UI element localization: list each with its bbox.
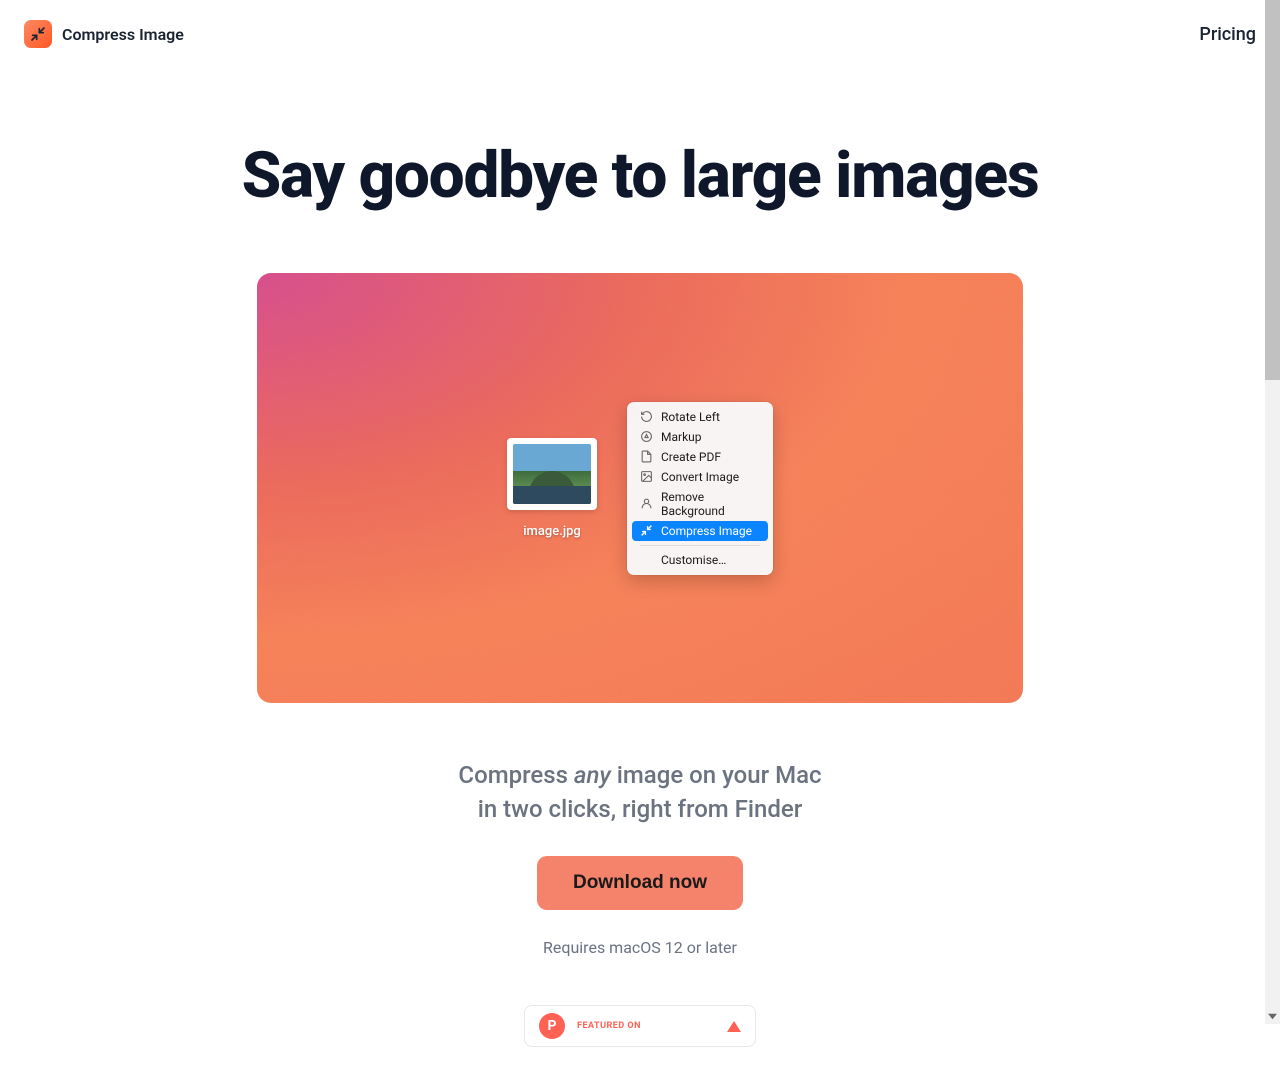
context-menu: Rotate Left Markup Create PDF Convert Im… (627, 402, 773, 575)
menu-label: Compress Image (661, 524, 752, 538)
file-thumbnail (507, 438, 597, 510)
menu-label: Rotate Left (661, 410, 720, 424)
scrollbar-down-arrow[interactable] (1265, 1009, 1280, 1024)
product-hunt-icon: P (539, 1013, 565, 1039)
main-content: Say goodbye to large images image.jpg Ro… (0, 68, 1280, 1087)
requirement-text: Requires macOS 12 or later (543, 938, 737, 957)
menu-item-compress-image[interactable]: Compress Image (632, 521, 768, 541)
featured-badge[interactable]: P FEATURED ON (524, 1005, 756, 1047)
compress-icon (24, 20, 52, 48)
menu-label: Convert Image (661, 470, 739, 484)
menu-label: Remove Background (661, 490, 760, 518)
compress-icon (640, 524, 653, 537)
nav-pricing[interactable]: Pricing (1199, 24, 1256, 45)
hero-title: Say goodbye to large images (242, 138, 1039, 213)
rotate-icon (640, 410, 653, 423)
menu-item-rotate-left[interactable]: Rotate Left (632, 407, 768, 427)
markup-icon (640, 430, 653, 443)
upvote-icon (727, 1021, 741, 1032)
header: Compress Image Pricing (0, 0, 1280, 68)
menu-item-create-pdf[interactable]: Create PDF (632, 447, 768, 467)
brand-name: Compress Image (62, 25, 184, 44)
logo-area[interactable]: Compress Image (24, 20, 184, 48)
menu-label: Markup (661, 430, 702, 444)
image-icon (640, 470, 653, 483)
scrollbar[interactable] (1265, 0, 1280, 1024)
menu-item-remove-background[interactable]: Remove Background (632, 487, 768, 521)
menu-label: Create PDF (661, 450, 721, 464)
scrollbar-thumb[interactable] (1265, 0, 1280, 380)
person-icon (640, 497, 653, 510)
file-label: image.jpg (523, 524, 581, 539)
featured-label: FEATURED ON (577, 1021, 641, 1031)
menu-label: Customise… (661, 553, 726, 567)
download-button[interactable]: Download now (537, 856, 743, 910)
menu-divider (640, 545, 760, 546)
menu-item-markup[interactable]: Markup (632, 427, 768, 447)
blank-icon (640, 553, 653, 566)
menu-item-customise[interactable]: Customise… (632, 550, 768, 570)
menu-item-convert-image[interactable]: Convert Image (632, 467, 768, 487)
file-preview: image.jpg (507, 438, 597, 539)
subtitle: Compress any image on your Mac in two cl… (458, 759, 821, 826)
document-icon (640, 450, 653, 463)
hero-image: image.jpg Rotate Left Markup Create PDF (257, 273, 1023, 703)
